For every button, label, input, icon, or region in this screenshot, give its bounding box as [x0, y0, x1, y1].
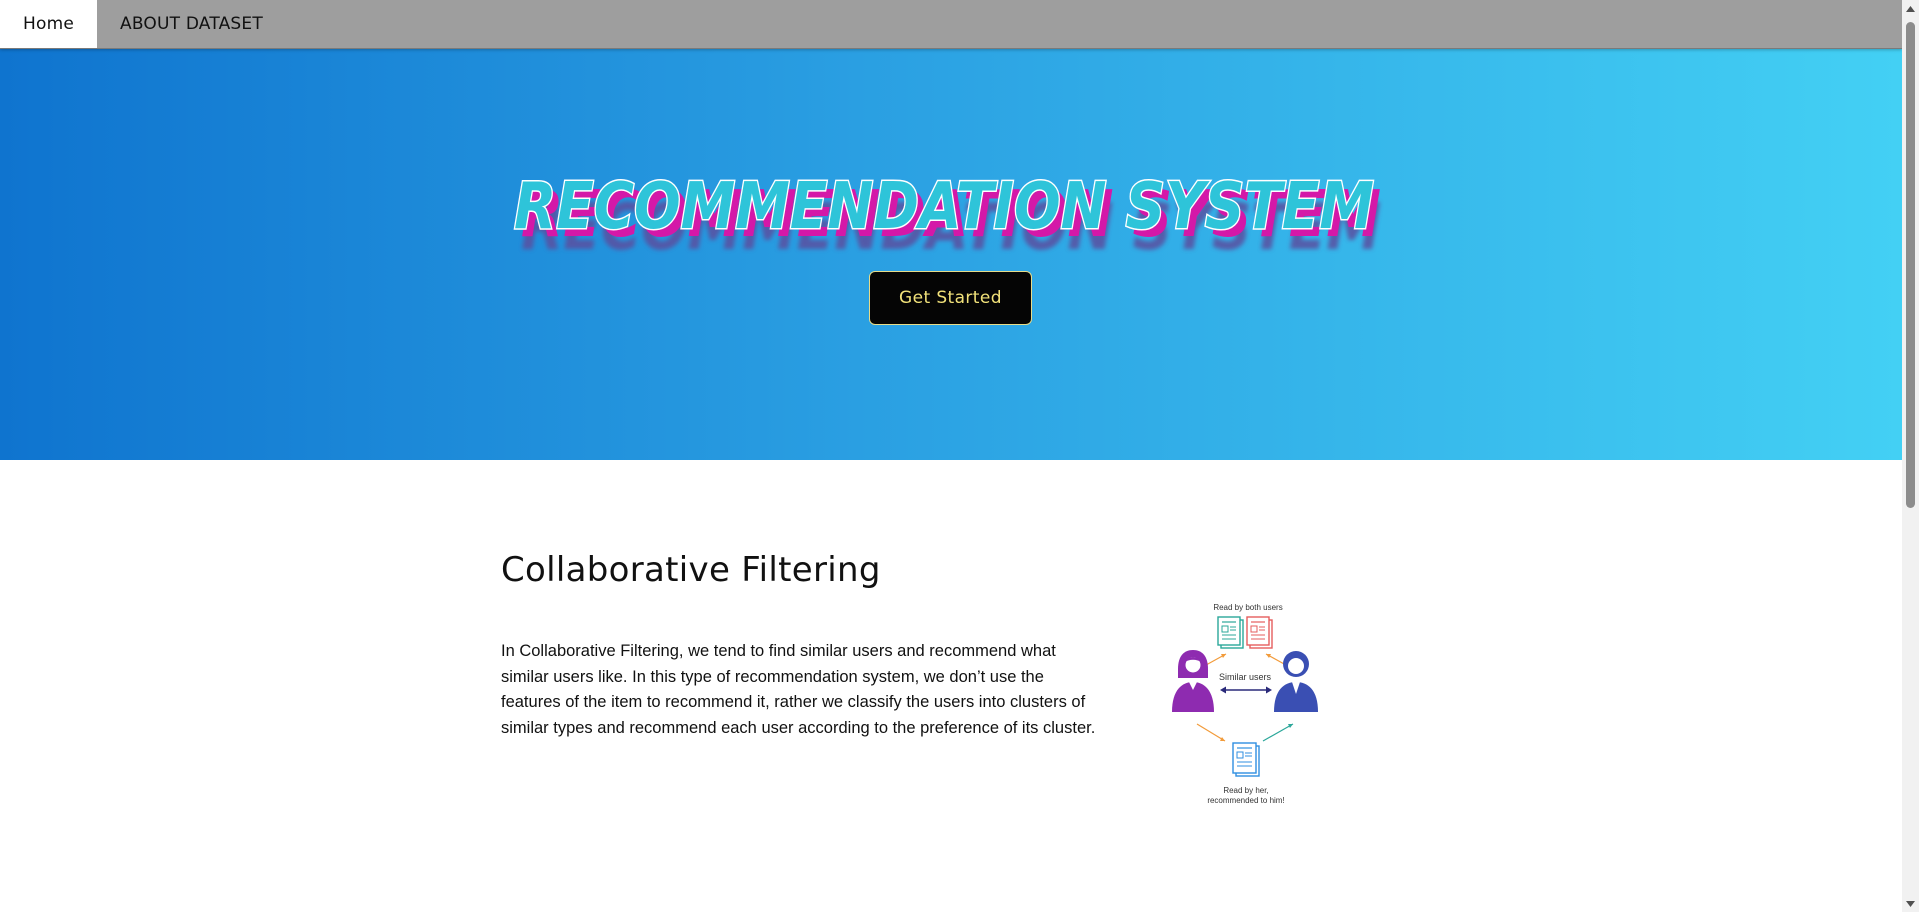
- arrows-top: [1196, 653, 1296, 671]
- arrows-bottom: [1196, 723, 1294, 742]
- collaborative-filtering-illustration: Read by both users Similar users Read by…: [1170, 598, 1320, 810]
- page-content: Home ABOUT DATASET RECOMMENDATION SYSTEM…: [0, 0, 1902, 912]
- hero-title: RECOMMENDATION SYSTEM RECOMMENDATION SYS…: [0, 149, 1902, 279]
- chevron-up-icon[interactable]: [1902, 0, 1919, 17]
- hero-title-text: RECOMMENDATION SYSTEM: [514, 170, 1374, 244]
- illustration-top-label: Read by both users: [1213, 603, 1282, 612]
- tab-home[interactable]: Home: [0, 0, 98, 48]
- illustration-bottom-label-line1: Read by her,: [1223, 786, 1268, 795]
- tab-about-dataset[interactable]: ABOUT DATASET: [97, 0, 286, 48]
- hero-banner: RECOMMENDATION SYSTEM RECOMMENDATION SYS…: [0, 49, 1902, 460]
- chevron-down-icon[interactable]: [1902, 895, 1919, 912]
- section-title: Collaborative Filtering: [501, 550, 881, 590]
- get-started-button[interactable]: Get Started: [869, 271, 1032, 325]
- document-icon: [1246, 616, 1273, 649]
- vertical-scrollbar[interactable]: [1902, 0, 1919, 912]
- illustration-bottom-label-line2: recommended to him!: [1207, 796, 1284, 805]
- document-icon: [1217, 616, 1244, 649]
- woman-user-icon: [1172, 650, 1214, 712]
- scrollbar-thumb[interactable]: [1906, 22, 1915, 508]
- double-arrow-icon: [1220, 686, 1272, 694]
- document-icon: [1232, 742, 1260, 777]
- top-navigation: Home ABOUT DATASET: [0, 0, 1902, 49]
- browser-viewport: Home ABOUT DATASET RECOMMENDATION SYSTEM…: [0, 0, 1919, 912]
- illustration-middle-label: Similar users: [1219, 672, 1272, 682]
- section-paragraph: In Collaborative Filtering, we tend to f…: [501, 642, 1096, 737]
- man-user-icon: [1274, 651, 1318, 712]
